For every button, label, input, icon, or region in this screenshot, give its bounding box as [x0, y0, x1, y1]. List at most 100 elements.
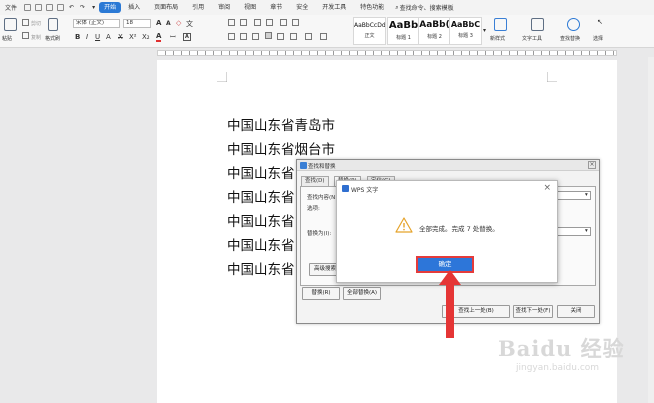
tab-developer[interactable]: 开发工具 [315, 0, 353, 15]
file-menu[interactable]: 文件 [0, 3, 22, 12]
dialog-title-bar[interactable]: 查找和替换 × [297, 160, 599, 171]
tab-review[interactable]: 审阅 [211, 0, 237, 15]
font-size-select[interactable]: 18 [123, 19, 151, 28]
shading-icon[interactable] [305, 33, 312, 40]
borders-icon[interactable] [320, 33, 327, 40]
print-preview-icon[interactable] [35, 4, 43, 11]
find-replace-label[interactable]: 查找替换 [560, 35, 580, 42]
tab-security[interactable]: 安全 [289, 0, 315, 15]
paste-icon[interactable] [4, 18, 17, 31]
export-pdf-icon[interactable] [57, 4, 65, 11]
grow-font-icon[interactable]: A [156, 19, 161, 27]
sort-icon[interactable] [280, 19, 287, 26]
vertical-scrollbar[interactable] [648, 57, 654, 403]
text-tools-icon[interactable] [531, 18, 544, 31]
print-icon[interactable] [46, 4, 54, 11]
distribute-icon[interactable] [277, 33, 284, 40]
style-preview: AaBbC [450, 20, 481, 29]
document-line[interactable]: 中国山东省 [227, 186, 295, 206]
ruler-scale[interactable] [157, 50, 617, 56]
tab-find[interactable]: 查找(D) [301, 176, 329, 186]
copy-icon[interactable] [22, 32, 29, 39]
char-border-icon[interactable]: A [183, 33, 191, 41]
document-line[interactable]: 中国山东省 [227, 258, 295, 278]
align-center-icon[interactable] [240, 33, 247, 40]
underline-icon[interactable]: U [95, 33, 100, 41]
align-right-icon[interactable] [252, 33, 259, 40]
close-icon[interactable]: × [588, 161, 596, 169]
italic-icon[interactable]: I [86, 33, 88, 41]
style-heading-1[interactable]: AaBb 标题 1 [387, 17, 420, 45]
command-search[interactable]: 查找命令、搜索模板 [400, 3, 459, 12]
redo-icon[interactable]: ↷ [77, 4, 88, 11]
show-marks-icon[interactable] [292, 19, 299, 26]
save-icon[interactable] [24, 4, 32, 11]
new-style-label[interactable]: 新样式 [490, 35, 505, 42]
close-button[interactable]: 关闭 [557, 305, 595, 318]
font-name-select[interactable]: 宋体 (正文) [73, 19, 120, 28]
wps-logo-icon [300, 162, 307, 169]
replace-all-button[interactable]: 全部替换(A) [343, 287, 381, 300]
font-color-icon[interactable]: A [156, 33, 162, 42]
increase-indent-icon[interactable] [266, 19, 273, 26]
options-label: 选项: [307, 206, 320, 212]
text-tools-label[interactable]: 文字工具 [522, 35, 542, 42]
style-normal[interactable]: AaBbCcDd 正文 [353, 17, 386, 45]
close-icon[interactable]: × [543, 183, 551, 193]
styles-gallery-more-icon[interactable]: ▾ [483, 27, 486, 34]
justify-icon[interactable] [265, 32, 272, 39]
style-heading-3[interactable]: AaBbC 标题 3 [449, 17, 482, 45]
quick-access-more-icon[interactable]: ▾ [88, 4, 99, 11]
subscript-icon[interactable]: X₂ [142, 33, 150, 41]
baidu-watermark: Baidu 经验 jingyan.baidu.com [498, 333, 625, 373]
format-painter-icon[interactable] [48, 18, 58, 31]
select-label[interactable]: 选择 [593, 35, 603, 42]
bullets-icon[interactable] [228, 19, 235, 26]
tab-references[interactable]: 引用 [185, 0, 211, 15]
style-heading-2[interactable]: AaBb( 标题 2 [418, 17, 451, 45]
decrease-indent-icon[interactable] [254, 19, 261, 26]
format-painter-label[interactable]: 格式刷 [45, 35, 60, 42]
style-preview: AaBb( [419, 20, 450, 30]
style-preview: AaBbCcDd [354, 22, 385, 29]
tab-view[interactable]: 视图 [237, 0, 263, 15]
menu-bar: 文件 ↶ ↷ ▾ 开始 插入 页面布局 引用 审阅 视图 章节 安全 开发工具 … [0, 0, 654, 15]
find-next-button[interactable]: 查找下一处(F) [513, 305, 553, 318]
highlight-icon[interactable]: ꟷ [170, 33, 176, 42]
clear-format-icon[interactable]: ◇ [176, 19, 181, 27]
bold-icon[interactable]: B [75, 33, 80, 41]
document-line[interactable]: 中国山东省 [227, 210, 295, 230]
numbering-icon[interactable] [240, 19, 247, 26]
select-icon[interactable]: ↖ [597, 18, 603, 26]
horizontal-ruler[interactable] [0, 48, 654, 57]
align-left-icon[interactable] [228, 33, 235, 40]
tab-home[interactable]: 开始 [99, 2, 122, 13]
superscript-icon[interactable]: X² [129, 33, 137, 41]
cut-icon[interactable] [22, 19, 29, 26]
find-replace-icon[interactable] [567, 18, 580, 31]
replace-button[interactable]: 替换(R) [302, 287, 340, 300]
copy-label[interactable]: 复制 [31, 34, 41, 41]
find-dropdown-icon[interactable]: ▾ [585, 192, 588, 198]
tab-insert[interactable]: 插入 [121, 0, 147, 15]
cut-label[interactable]: 剪切 [31, 20, 41, 27]
style-name: 标题 2 [427, 34, 442, 40]
line-spacing-icon[interactable] [290, 33, 297, 40]
tab-features[interactable]: 特色功能 [353, 0, 391, 15]
shrink-font-icon[interactable]: A [166, 20, 171, 27]
document-line[interactable]: 中国山东省青岛市 [227, 114, 335, 134]
strikethrough-icon[interactable]: X [118, 33, 123, 41]
style-name: 正文 [364, 33, 375, 39]
tab-section[interactable]: 章节 [263, 0, 289, 15]
phonetic-guide-icon[interactable]: 文 [186, 19, 193, 29]
document-line[interactable]: 中国山东省 [227, 234, 295, 254]
font-effect-icon[interactable]: A [106, 33, 111, 41]
tab-page-layout[interactable]: 页面布局 [147, 0, 185, 15]
search-icon[interactable]: ⌕ [391, 4, 399, 12]
new-style-icon[interactable] [494, 18, 507, 31]
document-line[interactable]: 中国山东省 [227, 162, 295, 182]
undo-icon[interactable]: ↶ [66, 4, 77, 11]
document-line[interactable]: 中国山东省烟台市 [227, 138, 335, 158]
paste-label[interactable]: 粘贴 [2, 35, 12, 42]
replace-dropdown-icon[interactable]: ▾ [585, 228, 588, 234]
